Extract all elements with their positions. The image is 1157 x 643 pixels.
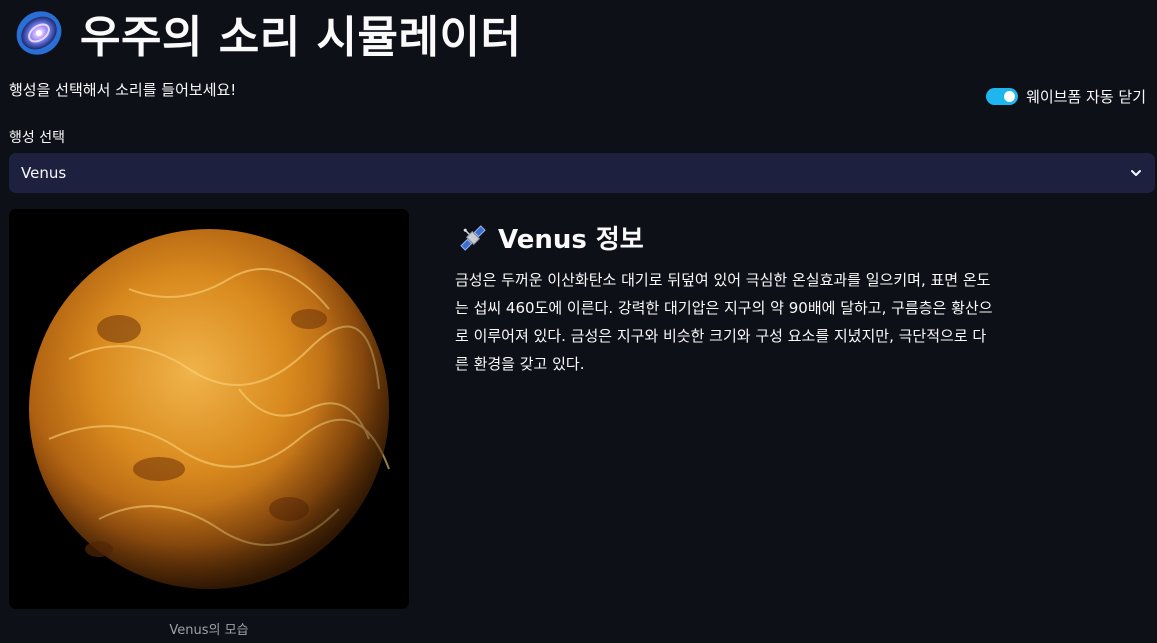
planet-image-caption: Venus의 모습 (169, 623, 249, 638)
toggle-switch[interactable] (986, 88, 1019, 105)
planet-info-header: Venus 정보 (458, 219, 644, 256)
galaxy-icon (16, 11, 62, 55)
toggle-label: 웨이브폼 자동 닫기 (1026, 88, 1146, 106)
satellite-icon (460, 224, 486, 251)
page-title: 우주의 소리 시뮬레이터 (80, 12, 522, 63)
planet-select[interactable]: Venus (9, 153, 1155, 193)
planet-info-description: 금성은 두꺼운 이산화탄소 대기로 뒤덮여 있어 극심한 온실효과를 일으키며,… (455, 271, 993, 373)
toggle-knob (1004, 91, 1016, 102)
header: 우주의 소리 시뮬레이터 (14, 4, 522, 63)
waveform-auto-close-toggle[interactable]: 웨이브폼 자동 닫기 (986, 86, 1146, 107)
planet-select-label: 행성 선택 (9, 130, 65, 146)
planet-image (9, 209, 409, 609)
planet-info-title: Venus 정보 (498, 225, 644, 255)
venus-planet-graphic (29, 229, 390, 589)
chevron-down-icon (1131, 170, 1141, 176)
planet-select-value: Venus (21, 164, 67, 182)
page-subtitle: 행성을 선택해서 소리를 들어보세요! (9, 81, 237, 99)
